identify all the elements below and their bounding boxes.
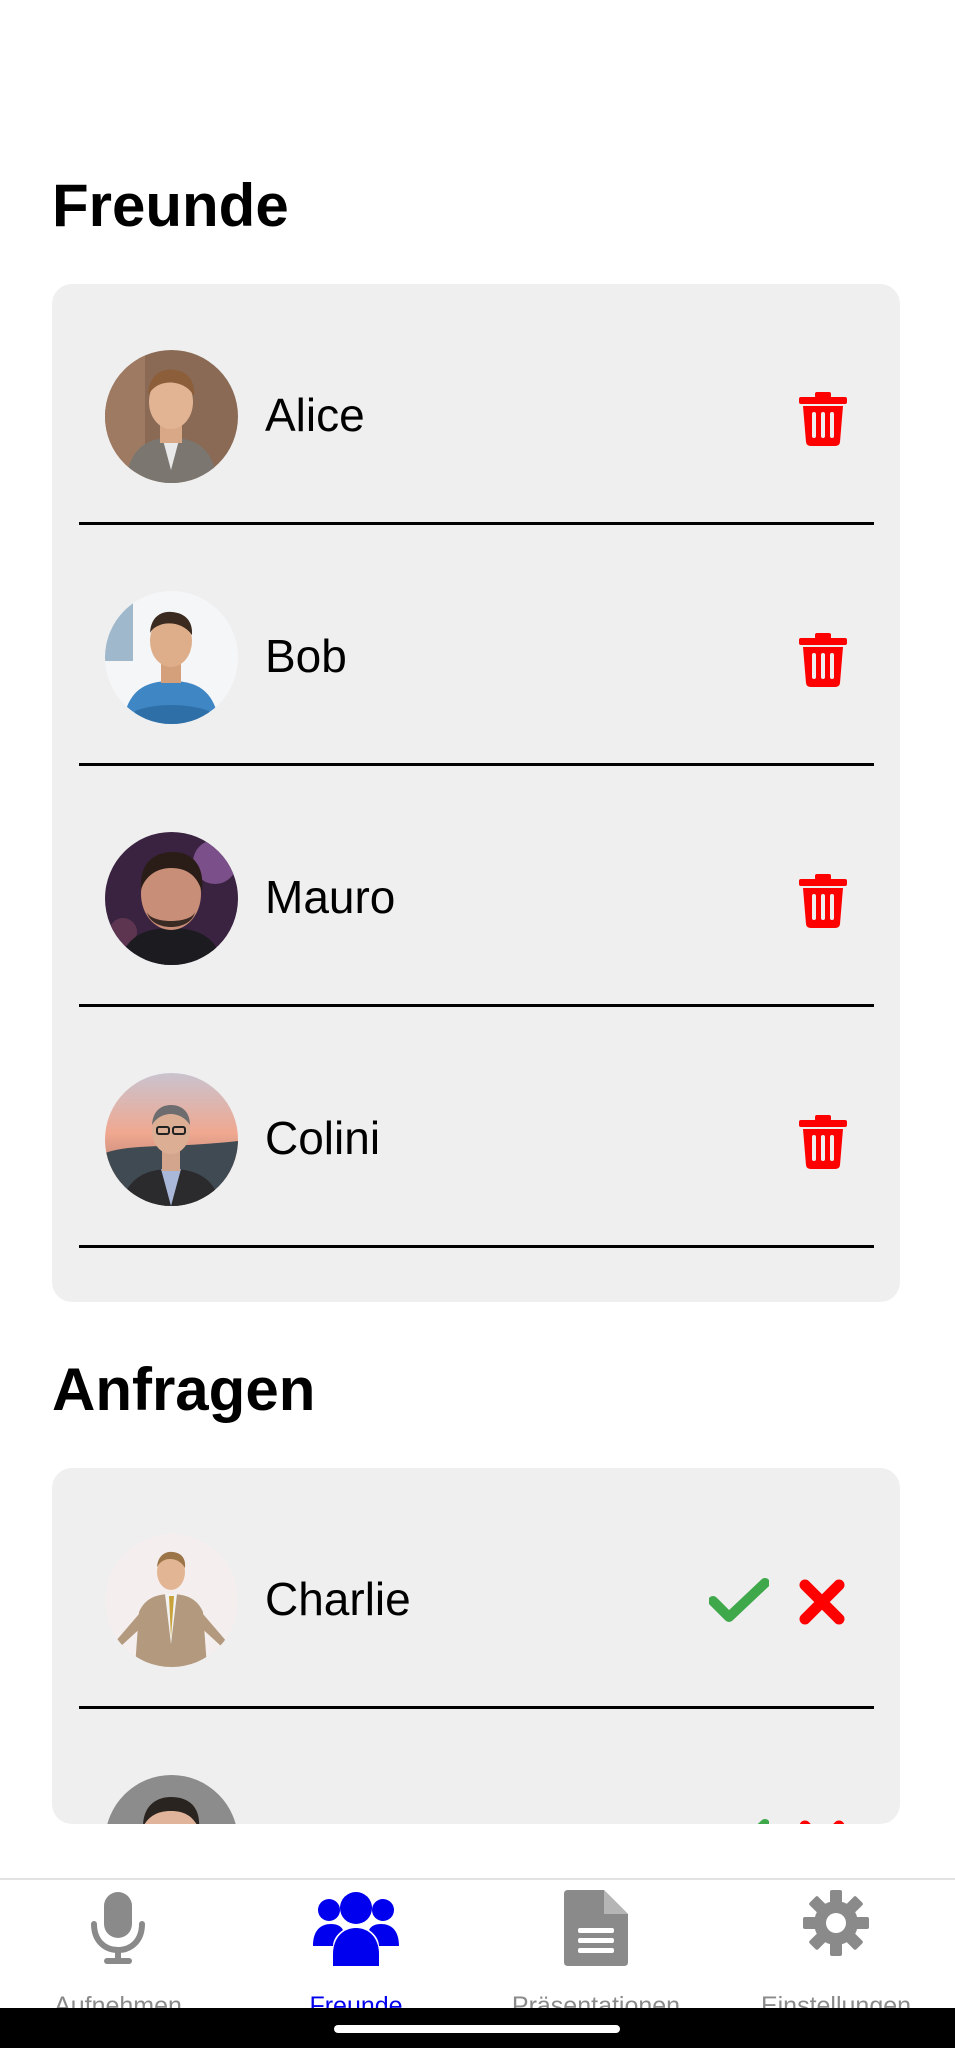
trash-icon — [799, 633, 847, 687]
request-row: Charlie — [79, 1468, 874, 1709]
avatar — [105, 591, 238, 724]
gear-icon — [803, 1890, 869, 1956]
friend-name: Colini — [265, 1112, 381, 1164]
home-indicator[interactable] — [334, 2025, 620, 2033]
avatar — [105, 350, 238, 483]
trash-icon — [799, 1115, 847, 1169]
decline-request-button[interactable] — [799, 1579, 845, 1625]
requests-section-title: Anfragen — [52, 1356, 316, 1423]
trash-icon — [799, 392, 847, 446]
avatar — [105, 1534, 238, 1667]
check-icon — [709, 1578, 769, 1622]
accept-request-button[interactable] — [709, 1577, 769, 1623]
friend-row: Bob — [79, 525, 874, 766]
close-icon — [799, 1579, 845, 1625]
decline-request-button[interactable] — [799, 1820, 845, 1824]
delete-friend-button[interactable] — [799, 392, 847, 446]
nav-item-einstellungen[interactable]: Einstellungen — [736, 1880, 936, 2019]
request-row — [79, 1709, 874, 1824]
close-icon — [799, 1820, 845, 1824]
nav-item-aufnehmen[interactable]: Aufnehmen — [20, 1880, 216, 2019]
bottom-navigation: Aufnehmen Freunde Präsentationen Einstel… — [0, 1878, 955, 2019]
microphone-icon — [88, 1890, 148, 1966]
nav-item-praesentationen[interactable]: Präsentationen — [486, 1880, 706, 2019]
users-icon — [313, 1890, 399, 1966]
friend-row: Alice — [79, 284, 874, 525]
request-name: Charlie — [265, 1573, 411, 1625]
system-navigation-bar — [0, 2008, 955, 2048]
avatar — [105, 832, 238, 965]
friend-name: Alice — [265, 389, 365, 441]
friend-row: Colini — [79, 1007, 874, 1248]
document-icon — [564, 1890, 628, 1966]
requests-list: Charlie — [52, 1468, 900, 1824]
trash-icon — [799, 874, 847, 928]
delete-friend-button[interactable] — [799, 1115, 847, 1169]
friend-name: Mauro — [265, 871, 396, 923]
delete-friend-button[interactable] — [799, 874, 847, 928]
friends-list: Alice Bob Mauro Colini — [52, 284, 900, 1302]
avatar — [105, 1073, 238, 1206]
delete-friend-button[interactable] — [799, 633, 847, 687]
accept-request-button[interactable] — [709, 1818, 769, 1824]
check-icon — [757, 1819, 769, 1824]
avatar — [105, 1775, 238, 1824]
friend-row: Mauro — [79, 766, 874, 1007]
friends-section-title: Freunde — [52, 172, 289, 239]
nav-item-freunde[interactable]: Freunde — [258, 1880, 454, 2019]
friend-name: Bob — [265, 630, 347, 682]
